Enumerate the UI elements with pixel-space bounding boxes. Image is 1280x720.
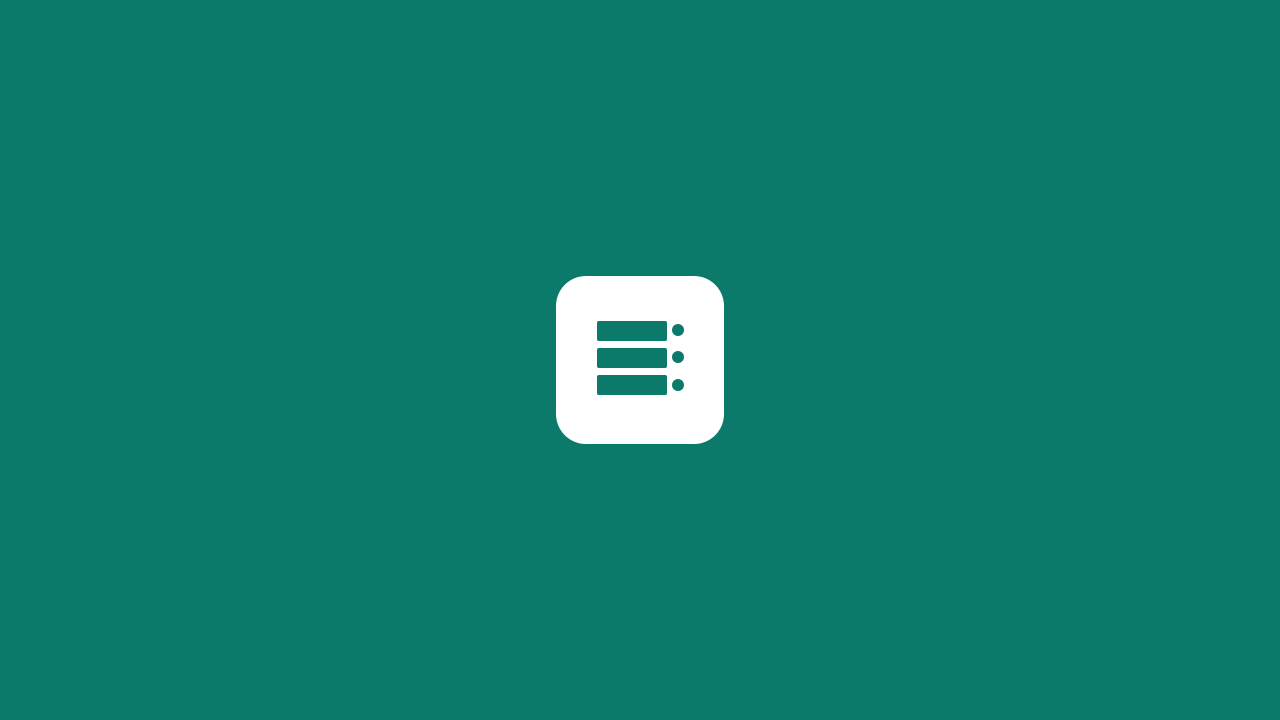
server-row-1-bar — [597, 321, 667, 341]
server-row-1-dot — [672, 324, 684, 336]
server-row-2-dot — [672, 351, 684, 363]
app-icon — [556, 276, 724, 444]
server-row-2-bar — [597, 348, 667, 368]
splash-screen — [0, 0, 1280, 720]
server-row-3-bar — [597, 375, 667, 395]
server-row-3-dot — [672, 379, 684, 391]
server-list-icon — [597, 321, 684, 395]
